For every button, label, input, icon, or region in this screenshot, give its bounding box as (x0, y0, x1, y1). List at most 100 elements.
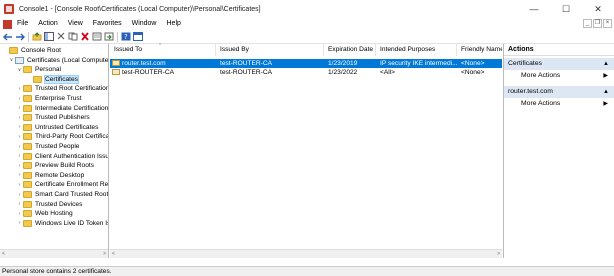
status-bar: Personal store contains 2 certificates. (0, 266, 614, 276)
menu-favorites[interactable]: Favorites (88, 18, 127, 30)
scroll-right-icon[interactable]: > (103, 251, 106, 257)
expand-chevron-icon[interactable]: › (16, 182, 23, 188)
tree-item[interactable]: › Untrusted Certificates (16, 123, 98, 132)
more-actions-item[interactable]: More Actions ▶ (504, 70, 614, 82)
expand-chevron-icon[interactable]: › (16, 86, 23, 92)
column-friendly-name[interactable]: Friendly Name (457, 44, 502, 56)
minimize-button[interactable]: — (518, 0, 550, 18)
menu-help[interactable]: Help (162, 18, 186, 30)
expand-chevron-icon[interactable]: › (16, 163, 23, 169)
collapse-caret-icon[interactable]: ▲ (603, 58, 609, 70)
column-issued-to[interactable]: Issued To (110, 44, 216, 56)
computer-cert-icon (15, 56, 24, 64)
actions-section-certificates[interactable]: Certificates ▲ (504, 58, 614, 70)
tree-item[interactable]: › Intermediate Certification Authorities (16, 104, 108, 113)
folder-icon (33, 75, 42, 83)
expand-chevron-icon[interactable]: › (16, 192, 23, 198)
expand-chevron-icon[interactable]: › (16, 124, 23, 130)
mmc-app-icon (4, 4, 14, 14)
tree-item-label: Console Root (21, 47, 61, 54)
expand-chevron-icon[interactable]: ∨ (16, 67, 23, 73)
system-menu-icon[interactable] (3, 19, 12, 29)
menu-window[interactable]: Window (127, 18, 162, 30)
expand-chevron-icon[interactable]: › (16, 144, 23, 150)
expand-chevron-icon[interactable]: › (16, 134, 23, 140)
cut-icon[interactable] (56, 32, 66, 42)
cell-friendly-name: <None> (461, 59, 502, 68)
console-view-icon[interactable] (133, 32, 143, 42)
maximize-button[interactable]: ☐ (550, 0, 582, 18)
folder-icon (23, 133, 32, 141)
expand-chevron-icon[interactable]: › (16, 153, 23, 159)
folder-icon (23, 191, 32, 198)
close-button[interactable]: ✕ (582, 0, 614, 18)
child-close-button[interactable]: × (603, 19, 612, 28)
tree-item[interactable]: › Certificate Enrollment Requests (16, 180, 108, 189)
tree-item[interactable]: › Smart Card Trusted Roots (16, 190, 109, 199)
menu-action[interactable]: Action (33, 18, 62, 30)
column-issued-by[interactable]: Issued By (216, 44, 324, 56)
expand-chevron-icon[interactable]: › (16, 105, 23, 111)
delete-icon[interactable] (80, 32, 90, 42)
tree-item[interactable]: › Client Authentication Issuers (16, 152, 108, 161)
tree-item[interactable]: › Web Hosting (16, 209, 73, 218)
expand-chevron-icon[interactable]: › (16, 211, 23, 217)
expand-chevron-icon[interactable]: › (16, 96, 23, 102)
scroll-left-icon[interactable]: < (112, 251, 115, 257)
actions-title: Actions (504, 44, 614, 56)
properties-icon[interactable] (92, 32, 102, 42)
menu-view[interactable]: View (63, 18, 88, 30)
copy-icon[interactable] (68, 32, 78, 42)
cell-intended-purposes: <All> (380, 68, 457, 77)
forward-icon[interactable] (15, 32, 25, 42)
certificate-row[interactable]: test-ROUTER-CA test-ROUTER-CA 1/23/2022 <Al… (110, 68, 502, 77)
tree-item-label: Smart Card Trusted Roots (35, 191, 109, 198)
tree-item[interactable]: › Trusted People (16, 142, 79, 151)
more-actions-item[interactable]: More Actions ▶ (504, 98, 614, 110)
tree-item[interactable]: › Enterprise Trust (16, 94, 82, 103)
tree-item[interactable]: ∨ Certificates (Local Computer) (8, 56, 108, 65)
collapse-caret-icon[interactable]: ▲ (603, 86, 609, 98)
tree-item-label: Personal (35, 66, 62, 74)
expand-chevron-icon[interactable]: › (16, 201, 23, 207)
expand-chevron-icon[interactable]: › (16, 115, 23, 121)
tree-item[interactable]: › Windows Live ID Token Issuer (16, 219, 108, 228)
back-icon[interactable] (3, 32, 13, 42)
tree-item[interactable]: Certificates (26, 74, 79, 84)
submenu-arrow-icon: ▶ (603, 73, 608, 79)
menu-file[interactable]: File (12, 18, 33, 30)
help-icon[interactable]: ? (121, 32, 131, 42)
folder-icon (23, 171, 32, 179)
folder-icon (23, 152, 32, 160)
tree-item[interactable]: › Trusted Publishers (16, 113, 90, 122)
tree-item[interactable]: › Preview Build Roots (16, 161, 94, 170)
child-restore-button[interactable]: ❐ (593, 19, 602, 28)
child-minimize-button[interactable]: _ (583, 19, 592, 28)
tree-item[interactable]: › Remote Desktop (16, 171, 84, 180)
section-label: router.test.com (508, 88, 553, 95)
export-icon[interactable] (104, 32, 114, 42)
tree-item[interactable]: ∨ Personal (16, 65, 61, 74)
sort-arrow-icon: ^ (159, 43, 162, 49)
tree-horizontal-scrollbar[interactable]: < > (0, 249, 108, 258)
actions-section-router[interactable]: router.test.com ▲ (504, 86, 614, 98)
tree-item-label: Third-Party Root Certification Authoriti… (35, 133, 109, 141)
column-intended-purposes[interactable]: Intended Purposes (376, 44, 457, 56)
expand-chevron-icon[interactable]: › (16, 172, 23, 178)
tree-item[interactable]: › Trusted Devices (16, 200, 82, 209)
certificate-row[interactable]: router.test.com test-ROUTER-CA 1/23/2019 IP… (110, 59, 502, 68)
toolbar-separator (28, 31, 29, 42)
cell-intended-purposes-text: IP security IKE intermedi... (380, 60, 457, 67)
tree-item[interactable]: › Third-Party Root Certification Authorit… (16, 132, 109, 141)
actions-pane: Actions Certificates ▲ More Actions ▶ ro… (503, 44, 614, 258)
scroll-left-icon[interactable]: < (2, 251, 5, 257)
expand-chevron-icon[interactable]: ∨ (8, 57, 15, 63)
tree-item[interactable]: › Trusted Root Certification Authorities (16, 84, 108, 93)
column-expiration-date[interactable]: Expiration Date (324, 44, 376, 56)
scroll-right-icon[interactable]: > (497, 251, 500, 257)
up-folder-icon[interactable] (32, 32, 42, 42)
list-horizontal-scrollbar[interactable]: < > (110, 249, 502, 258)
tree-item[interactable]: Console Root (2, 46, 61, 55)
show-hide-tree-icon[interactable] (44, 32, 54, 42)
expand-chevron-icon[interactable]: › (16, 220, 23, 226)
